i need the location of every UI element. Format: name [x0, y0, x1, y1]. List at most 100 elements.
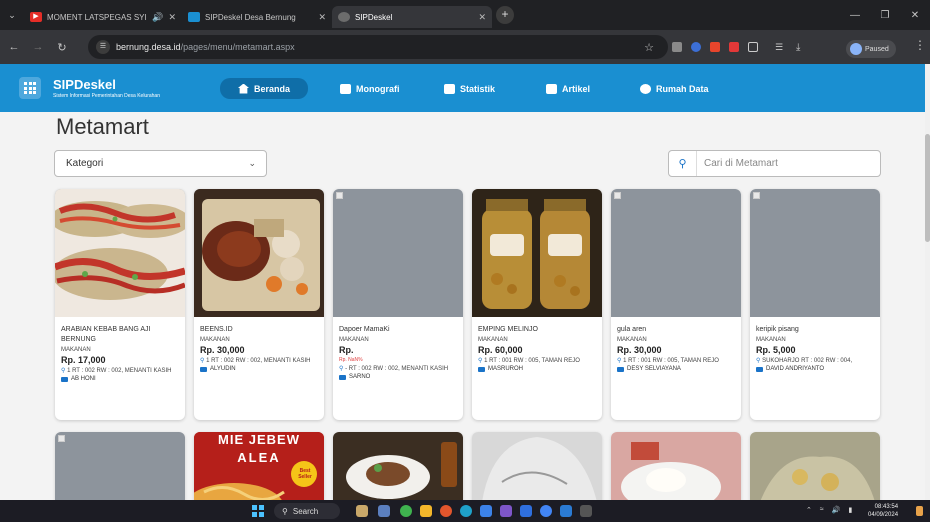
apps-grid-icon[interactable]: [19, 77, 41, 99]
product-card[interactable]: BEENS.ID MAKANAN Rp. 30,000 ⚲ 1 RT : 002…: [194, 189, 324, 420]
product-card-image[interactable]: [333, 432, 463, 502]
chrome-icon[interactable]: [540, 505, 552, 517]
keripik-photo: [750, 432, 880, 502]
nav-monografi[interactable]: Monografi: [340, 79, 400, 99]
address-row: ← → ↻ ☰ bernung.desa.id/pages/menu/metam…: [0, 30, 930, 64]
close-tab-icon[interactable]: ✕: [478, 12, 486, 23]
tab-sipdeskel[interactable]: SIPDeskel ✕: [332, 6, 492, 28]
stats-icon: [444, 84, 455, 94]
chevron-up-icon[interactable]: ⌃: [806, 506, 812, 514]
extension-icon[interactable]: [691, 42, 701, 52]
avatar: [850, 43, 862, 55]
reload-icon[interactable]: ↻: [52, 37, 72, 57]
broken-image-icon: [336, 192, 343, 199]
app-icon[interactable]: [520, 505, 532, 517]
product-card[interactable]: gula aren MAKANAN Rp. 30,000 ⚲ 1 RT : 00…: [611, 189, 741, 420]
product-card-image[interactable]: [55, 432, 185, 502]
product-card[interactable]: EMPING MELINJO MAKANAN Rp. 60,000 ⚲ 1 RT…: [472, 189, 602, 420]
windows-taskbar: ⚲ Search ⌃ ≈ 🔊 ▮ 08:43:54 04/09/2024: [0, 500, 930, 522]
tab-moment[interactable]: ▶ MOMENT LATSPEGAS SYIL 🔊 ✕: [24, 6, 182, 28]
close-tab-icon[interactable]: ✕: [318, 12, 326, 23]
brand-subtitle: Sistem Informasi Pemerintahan Desa Kelur…: [53, 93, 160, 99]
volume-icon[interactable]: 🔊: [832, 506, 841, 514]
app-icon[interactable]: [580, 505, 592, 517]
search-icon[interactable]: ⚲: [669, 151, 697, 176]
food-plate-photo: [333, 432, 463, 502]
menu-icon[interactable]: ⋮: [914, 38, 926, 52]
product-image[interactable]: [55, 189, 185, 317]
chevron-down-icon: ⌄: [248, 158, 256, 168]
location-pin-icon: ⚲: [339, 366, 344, 372]
nav-beranda[interactable]: Beranda: [220, 78, 309, 99]
site-info-icon[interactable]: ☰: [96, 40, 110, 54]
app-icon[interactable]: [500, 505, 512, 517]
app-icon[interactable]: [480, 505, 492, 517]
system-tray: ⌃ ≈ 🔊 ▮: [806, 506, 852, 514]
product-card-image[interactable]: [611, 432, 741, 502]
brand[interactable]: SIPDeskel Sistem Informasi Pemerintahan …: [53, 77, 160, 99]
search-box[interactable]: ⚲ Cari di Metamart: [668, 150, 881, 177]
new-tab-button[interactable]: +: [496, 6, 514, 24]
app-icon[interactable]: [560, 505, 572, 517]
extension-icon[interactable]: [729, 42, 739, 52]
product-address: 1 RT : 001 RW : 005, TAMAN REJO: [484, 358, 580, 364]
scrollbar-thumb[interactable]: [925, 134, 930, 242]
edge-icon[interactable]: [460, 505, 472, 517]
product-card[interactable]: ARABIAN KEBAB BANG AJI BERNUNG MAKANAN R…: [55, 189, 185, 420]
product-card[interactable]: keripik pisang MAKANAN Rp. 5,000 ⚲ SUKOH…: [750, 189, 880, 420]
search-input[interactable]: Cari di Metamart: [697, 158, 778, 169]
taskbar-search[interactable]: ⚲ Search: [274, 503, 340, 519]
app-icon[interactable]: [400, 505, 412, 517]
tab-strip: ⌄ ▶ MOMENT LATSPEGAS SYIL 🔊 ✕ SIPDeskel …: [0, 0, 930, 30]
nav-rumah-data[interactable]: Rumah Data: [640, 79, 709, 99]
tab-sipdeskel-bernung[interactable]: SIPDeskel Desa Bernung ✕: [182, 6, 332, 28]
product-card-image[interactable]: [750, 432, 880, 502]
nav-statistik[interactable]: Statistik: [444, 79, 495, 99]
close-window-icon[interactable]: ✕: [900, 0, 930, 30]
close-tab-icon[interactable]: ✕: [168, 12, 176, 23]
extension-icon[interactable]: [710, 42, 720, 52]
banner-subtitle: ALEA: [237, 450, 281, 465]
profile-button[interactable]: Paused: [846, 40, 896, 58]
restore-icon[interactable]: ❐: [870, 0, 900, 30]
product-image[interactable]: [333, 189, 463, 317]
forward-icon[interactable]: →: [28, 37, 48, 57]
product-image[interactable]: [750, 189, 880, 317]
app-icon[interactable]: [356, 505, 368, 517]
product-card[interactable]: Dapoer MamaKi MAKANAN Rp. Rp. NaN% ⚲ - R…: [333, 189, 463, 420]
wifi-icon[interactable]: ≈: [820, 506, 824, 514]
puzzle-icon[interactable]: [748, 42, 758, 52]
people-icon: [640, 84, 651, 94]
product-card-image[interactable]: [472, 432, 602, 502]
notification-bell-icon[interactable]: [916, 506, 923, 516]
product-price: Rp.: [339, 345, 354, 355]
app-icon[interactable]: [440, 505, 452, 517]
nav-artikel[interactable]: Artikel: [546, 79, 590, 99]
address-bar[interactable]: ☰ bernung.desa.id/pages/menu/metamart.as…: [88, 35, 668, 59]
app-icon[interactable]: [378, 505, 390, 517]
tab-search-chevron-icon[interactable]: ⌄: [0, 0, 24, 30]
audio-icon: 🔊: [152, 11, 164, 22]
file-explorer-icon[interactable]: [420, 505, 432, 517]
bookmark-star-icon[interactable]: ☆: [644, 41, 654, 54]
clock-date: 04/09/2024: [868, 512, 899, 518]
product-image[interactable]: [472, 189, 602, 317]
url-path: /pages/menu/metamart.aspx: [180, 42, 295, 52]
location-pin-icon: ⚲: [200, 358, 205, 364]
download-icon[interactable]: ⤓: [796, 42, 808, 53]
minimize-icon[interactable]: —: [840, 0, 870, 30]
page-scrollbar[interactable]: [925, 64, 930, 500]
back-icon[interactable]: ←: [4, 37, 24, 57]
product-card-image[interactable]: MIE JEBEW ALEA Best Seller: [194, 432, 324, 502]
extension-icon[interactable]: [672, 42, 682, 52]
battery-icon[interactable]: ▮: [848, 506, 852, 514]
product-seller: MASRUROH: [488, 366, 524, 372]
media-icon[interactable]: ☰: [775, 42, 787, 52]
category-select[interactable]: Kategori ⌄: [54, 150, 267, 177]
product-category: MAKANAN: [756, 337, 786, 343]
clock[interactable]: 08:43:54 04/09/2024: [868, 503, 898, 519]
product-image[interactable]: [194, 189, 324, 317]
product-category: MAKANAN: [200, 337, 230, 343]
windows-start-icon[interactable]: [252, 505, 264, 517]
product-image[interactable]: [611, 189, 741, 317]
